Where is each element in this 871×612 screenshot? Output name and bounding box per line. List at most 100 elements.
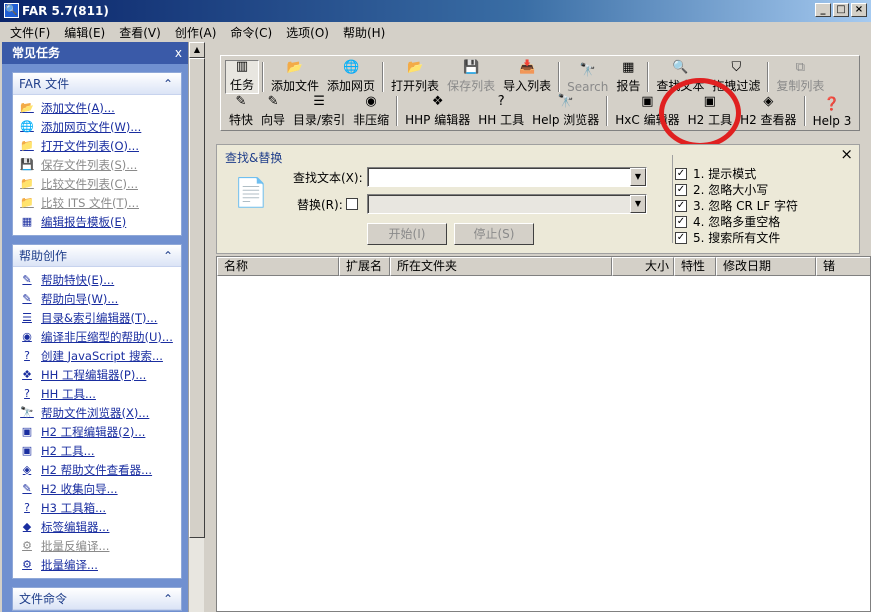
menu-options[interactable]: 选项(O) (280, 24, 337, 41)
copy-list-button[interactable]: ⧉ 复制列表 (772, 60, 828, 94)
sidebar-title: 常见任务 (12, 46, 61, 60)
panel-title[interactable]: 帮助创作 ⌃ (13, 245, 181, 267)
task-hh-project[interactable]: ❖ HH 工程编辑器(P)... (19, 365, 177, 384)
option-ignore-spaces[interactable]: ✓ 4. 忽略多重空格 (675, 213, 780, 230)
toolbar-separator (803, 96, 806, 126)
help3-button[interactable]: ❓ Help 3 (809, 94, 856, 128)
option-ignore-crlf[interactable]: ✓ 3. 忽略 CR LF 字符 (675, 197, 798, 214)
task-h2-project[interactable]: ▣ H2 工程编辑器(2)... (19, 422, 177, 441)
menu-author[interactable]: 创作(A) (169, 24, 225, 41)
checkbox[interactable]: ✓ (675, 199, 687, 212)
toolbar-separator (606, 96, 609, 126)
find-text-combo[interactable]: ▼ (367, 167, 647, 187)
toc-icon: ☰ (22, 310, 32, 324)
save-list-button[interactable]: 💾 保存列表 (443, 60, 499, 94)
menu-file[interactable]: 文件(F) (4, 24, 58, 41)
toc-index-button[interactable]: ☰ 目录/索引 (289, 94, 349, 128)
hh-tools-button[interactable]: ? HH 工具 (474, 94, 528, 128)
task-batch-decompile[interactable]: ⚙ 批量反编译... (19, 536, 177, 555)
task-h2-collect[interactable]: ✎ H2 收集向导... (19, 479, 177, 498)
option-prompt-mode[interactable]: ✓ 1. 提示模式 (675, 165, 756, 182)
task-add-file[interactable]: 📂 添加文件(A)... (19, 98, 177, 117)
task-help-browser[interactable]: 🔭 帮助文件浏览器(X)... (19, 403, 177, 422)
sidebar-scrollbar[interactable]: ▲ (188, 42, 205, 612)
find-panel-title: 查找&替换 (225, 151, 283, 165)
task-help-express[interactable]: ✎ 帮助特快(E)... (19, 270, 177, 289)
sidebar-close-icon[interactable]: x (175, 42, 182, 64)
checkbox[interactable]: ✓ (675, 231, 687, 244)
browser-icon: 🔭 (557, 94, 574, 109)
option-search-all[interactable]: ✓ 5. 搜索所有文件 (675, 229, 780, 246)
scroll-thumb[interactable] (189, 58, 205, 538)
task-help-wizard[interactable]: ✎ 帮助向导(W)... (19, 289, 177, 308)
chevron-up-icon[interactable]: ⌃ (163, 73, 173, 95)
report-icon: ▦ (622, 60, 635, 75)
checkbox[interactable]: ✓ (675, 183, 687, 196)
column-header-size[interactable]: 大小 (612, 257, 674, 276)
menu-help[interactable]: 帮助(H) (337, 24, 393, 41)
task-save-list[interactable]: 💾 保存文件列表(S)... (19, 155, 177, 174)
chevron-down-icon[interactable]: ▼ (630, 195, 646, 213)
column-header-modified[interactable]: 修改日期 (716, 257, 816, 276)
help-browser-button[interactable]: 🔭 Help 浏览器 (528, 94, 603, 128)
task-compile-uncompressed[interactable]: ◉ 编译非压缩型的帮助(U)... (19, 327, 177, 346)
menu-view[interactable]: 查看(V) (113, 24, 169, 41)
task-js-search[interactable]: ? 创建 JavaScript 搜索... (19, 346, 177, 365)
menu-command[interactable]: 命令(C) (224, 24, 280, 41)
options-divider (672, 155, 673, 243)
results-list[interactable]: 名称 扩展名 所在文件夹 大小 特性 修改日期 锗 (216, 256, 871, 612)
checkbox[interactable]: ✓ (675, 167, 687, 180)
chevron-up-icon[interactable]: ⌃ (163, 245, 173, 267)
chevron-up-icon[interactable]: ⌃ (163, 588, 173, 610)
panel-title[interactable]: 文件命令 ⌃ (13, 588, 181, 610)
task-tag-editor[interactable]: ◆ 标签编辑器... (19, 517, 177, 536)
task-open-list[interactable]: 📁 打开文件列表(O)... (19, 136, 177, 155)
column-header-attributes[interactable]: 特性 (674, 257, 716, 276)
batch-decompile-icon: ⚙ (22, 538, 32, 552)
task-hh-tools[interactable]: ? HH 工具... (19, 384, 177, 403)
report-button[interactable]: ▦ 报告 (612, 60, 644, 94)
task-report-template[interactable]: ▦ 编辑报告模板(E) (19, 212, 177, 231)
open-list-button[interactable]: 📂 打开列表 (387, 60, 443, 94)
tasks-button[interactable]: ▥ 任务 (225, 59, 260, 94)
option-ignore-case[interactable]: ✓ 2. 忽略大小写 (675, 181, 768, 198)
task-toc-editor[interactable]: ☰ 目录&索引编辑器(T)... (19, 308, 177, 327)
task-add-web[interactable]: 🌐 添加网页文件(W)... (19, 117, 177, 136)
scroll-up-icon[interactable]: ▲ (189, 42, 205, 58)
wizard-button[interactable]: ✎ 向导 (257, 94, 289, 128)
wizard-icon: ✎ (267, 94, 279, 109)
search-button[interactable]: 🔭 Search (563, 60, 612, 94)
maximize-button[interactable]: □ (833, 3, 849, 17)
task-h3-toolbox[interactable]: ? H3 工具箱... (19, 498, 177, 517)
task-compare-its[interactable]: 📁 比较 ITS 文件(T)... (19, 193, 177, 212)
column-header-extension[interactable]: 扩展名 (339, 257, 390, 276)
start-button[interactable]: 开始(I) (367, 223, 447, 245)
column-header-more[interactable]: 锗 (816, 257, 870, 276)
minimize-button[interactable]: _ (815, 3, 831, 17)
copy-list-icon: ⧉ (795, 60, 806, 75)
menu-edit[interactable]: 编辑(E) (58, 24, 113, 41)
h2-viewer-button[interactable]: ◈ H2 查看器 (736, 94, 800, 128)
replace-checkbox[interactable] (346, 198, 358, 210)
add-file-button[interactable]: 📂 添加文件 (267, 60, 323, 94)
checkbox[interactable]: ✓ (675, 215, 687, 228)
column-header-name[interactable]: 名称 (217, 257, 339, 276)
task-compare-list[interactable]: 📁 比较文件列表(C)... (19, 174, 177, 193)
import-list-button[interactable]: 📥 导入列表 (499, 60, 555, 94)
close-button[interactable]: × (851, 3, 867, 17)
task-batch-compile[interactable]: ⚙ 批量编译... (19, 555, 177, 574)
column-header-folder[interactable]: 所在文件夹 (390, 257, 612, 276)
task-h2-viewer[interactable]: ◈ H2 帮助文件查看器... (19, 460, 177, 479)
replace-combo[interactable]: ▼ (367, 194, 647, 214)
stop-button[interactable]: 停止(S) (454, 223, 534, 245)
panel-title[interactable]: FAR 文件 ⌃ (13, 73, 181, 95)
close-icon[interactable]: × (840, 145, 853, 163)
hhp-editor-button[interactable]: ❖ HHP 编辑器 (401, 94, 474, 128)
chevron-down-icon[interactable]: ▼ (630, 168, 646, 186)
panel-far-files: FAR 文件 ⌃ 📂 添加文件(A)... 🌐 添加网页文件(W)... 📁 打开文件… (12, 72, 182, 236)
add-web-button[interactable]: 🌐 添加网页 (323, 60, 379, 94)
express-button[interactable]: ✎ 特快 (225, 94, 257, 128)
h3-toolbox-icon: ? (24, 500, 30, 514)
task-h2-tools[interactable]: ▣ H2 工具... (19, 441, 177, 460)
uncompressed-button[interactable]: ◉ 非压缩 (349, 94, 393, 128)
